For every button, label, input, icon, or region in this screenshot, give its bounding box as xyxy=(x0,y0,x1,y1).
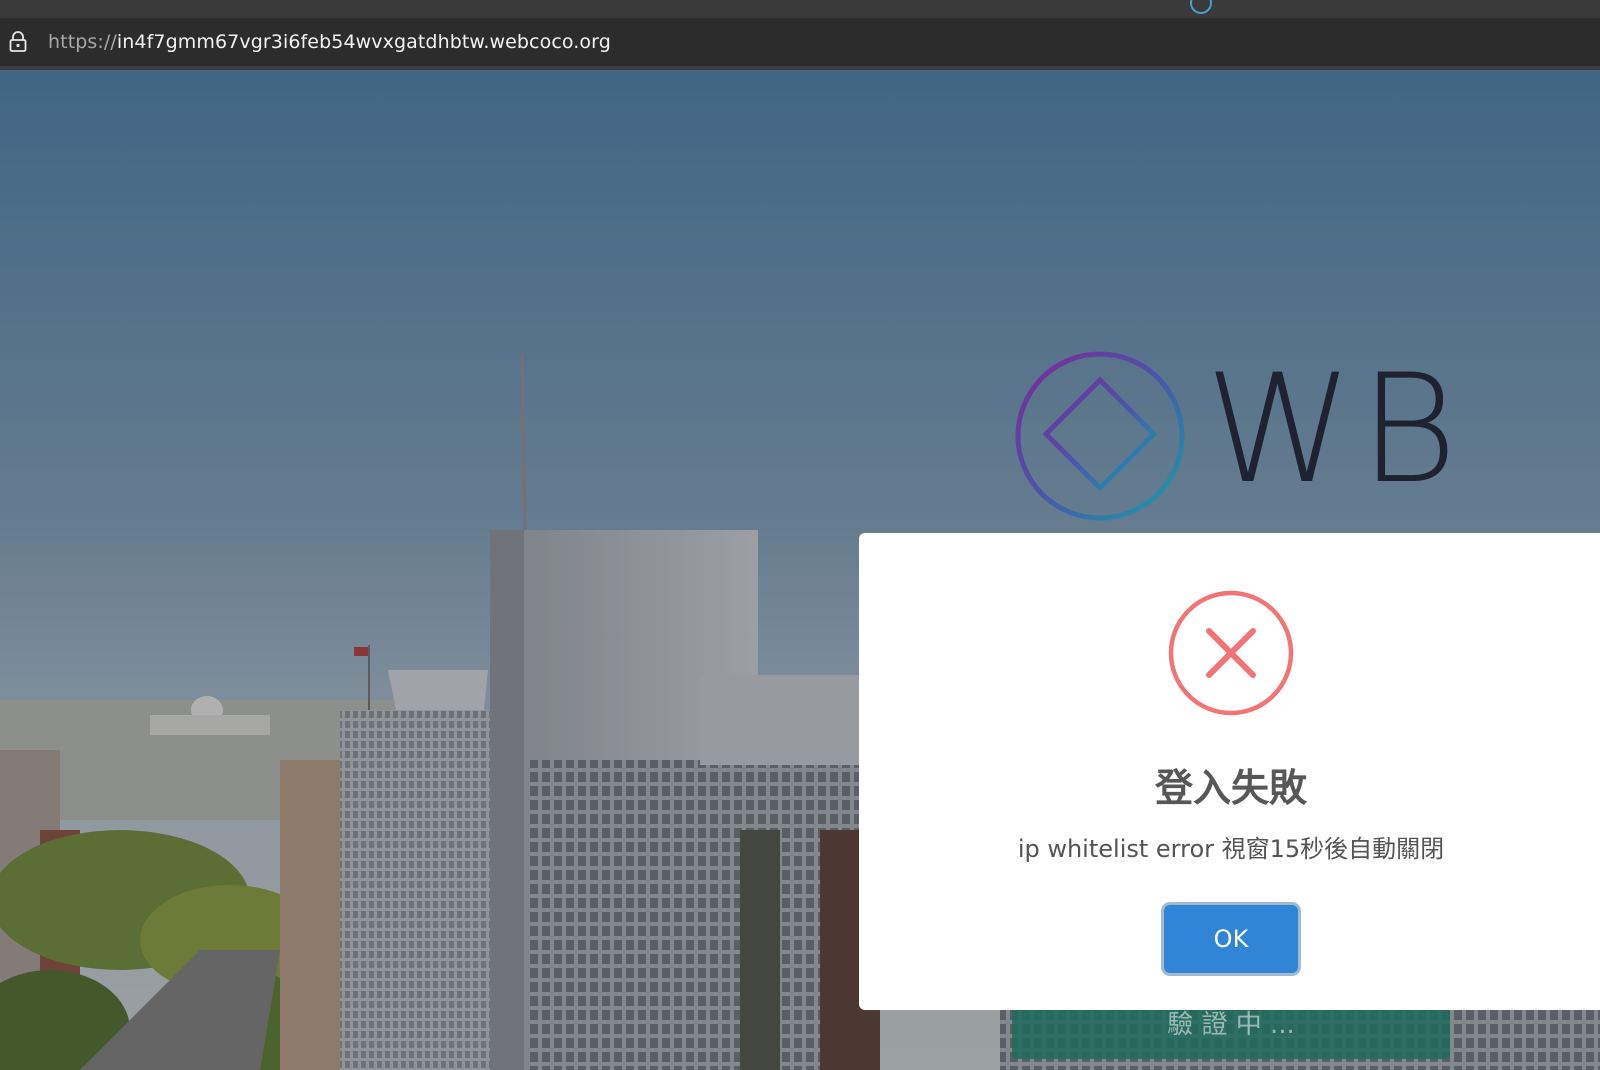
browser-tab-strip xyxy=(0,0,1600,18)
verify-button[interactable]: 驗 證 中 ... xyxy=(1012,1005,1450,1059)
error-x-icon xyxy=(1168,590,1294,716)
ok-button[interactable]: OK xyxy=(1164,905,1298,973)
dialog-title: 登入失敗 xyxy=(1154,766,1307,810)
error-dialog: 登入失敗 ip whitelist error 視窗15秒後自動關閉 OK xyxy=(859,533,1600,1010)
url-host: in4f7gmm67vgr3i6feb54wvxgatdhbtw.webcoco… xyxy=(116,31,611,53)
url-scheme: https:// xyxy=(48,31,117,53)
url-text[interactable]: https://in4f7gmm67vgr3i6feb54wvxgatdhbtw… xyxy=(48,31,611,53)
lock-icon[interactable] xyxy=(6,30,30,54)
address-bar[interactable]: https://in4f7gmm67vgr3i6feb54wvxgatdhbtw… xyxy=(0,18,1600,70)
tab-icon xyxy=(1190,0,1212,14)
page-content: WB 驗 證 中 ... 登入失敗 ip whitelist error 視窗1… xyxy=(0,70,1600,1070)
dialog-message: ip whitelist error 視窗15秒後自動關閉 xyxy=(1017,835,1445,863)
logo-wordmark: WB xyxy=(1205,343,1464,517)
